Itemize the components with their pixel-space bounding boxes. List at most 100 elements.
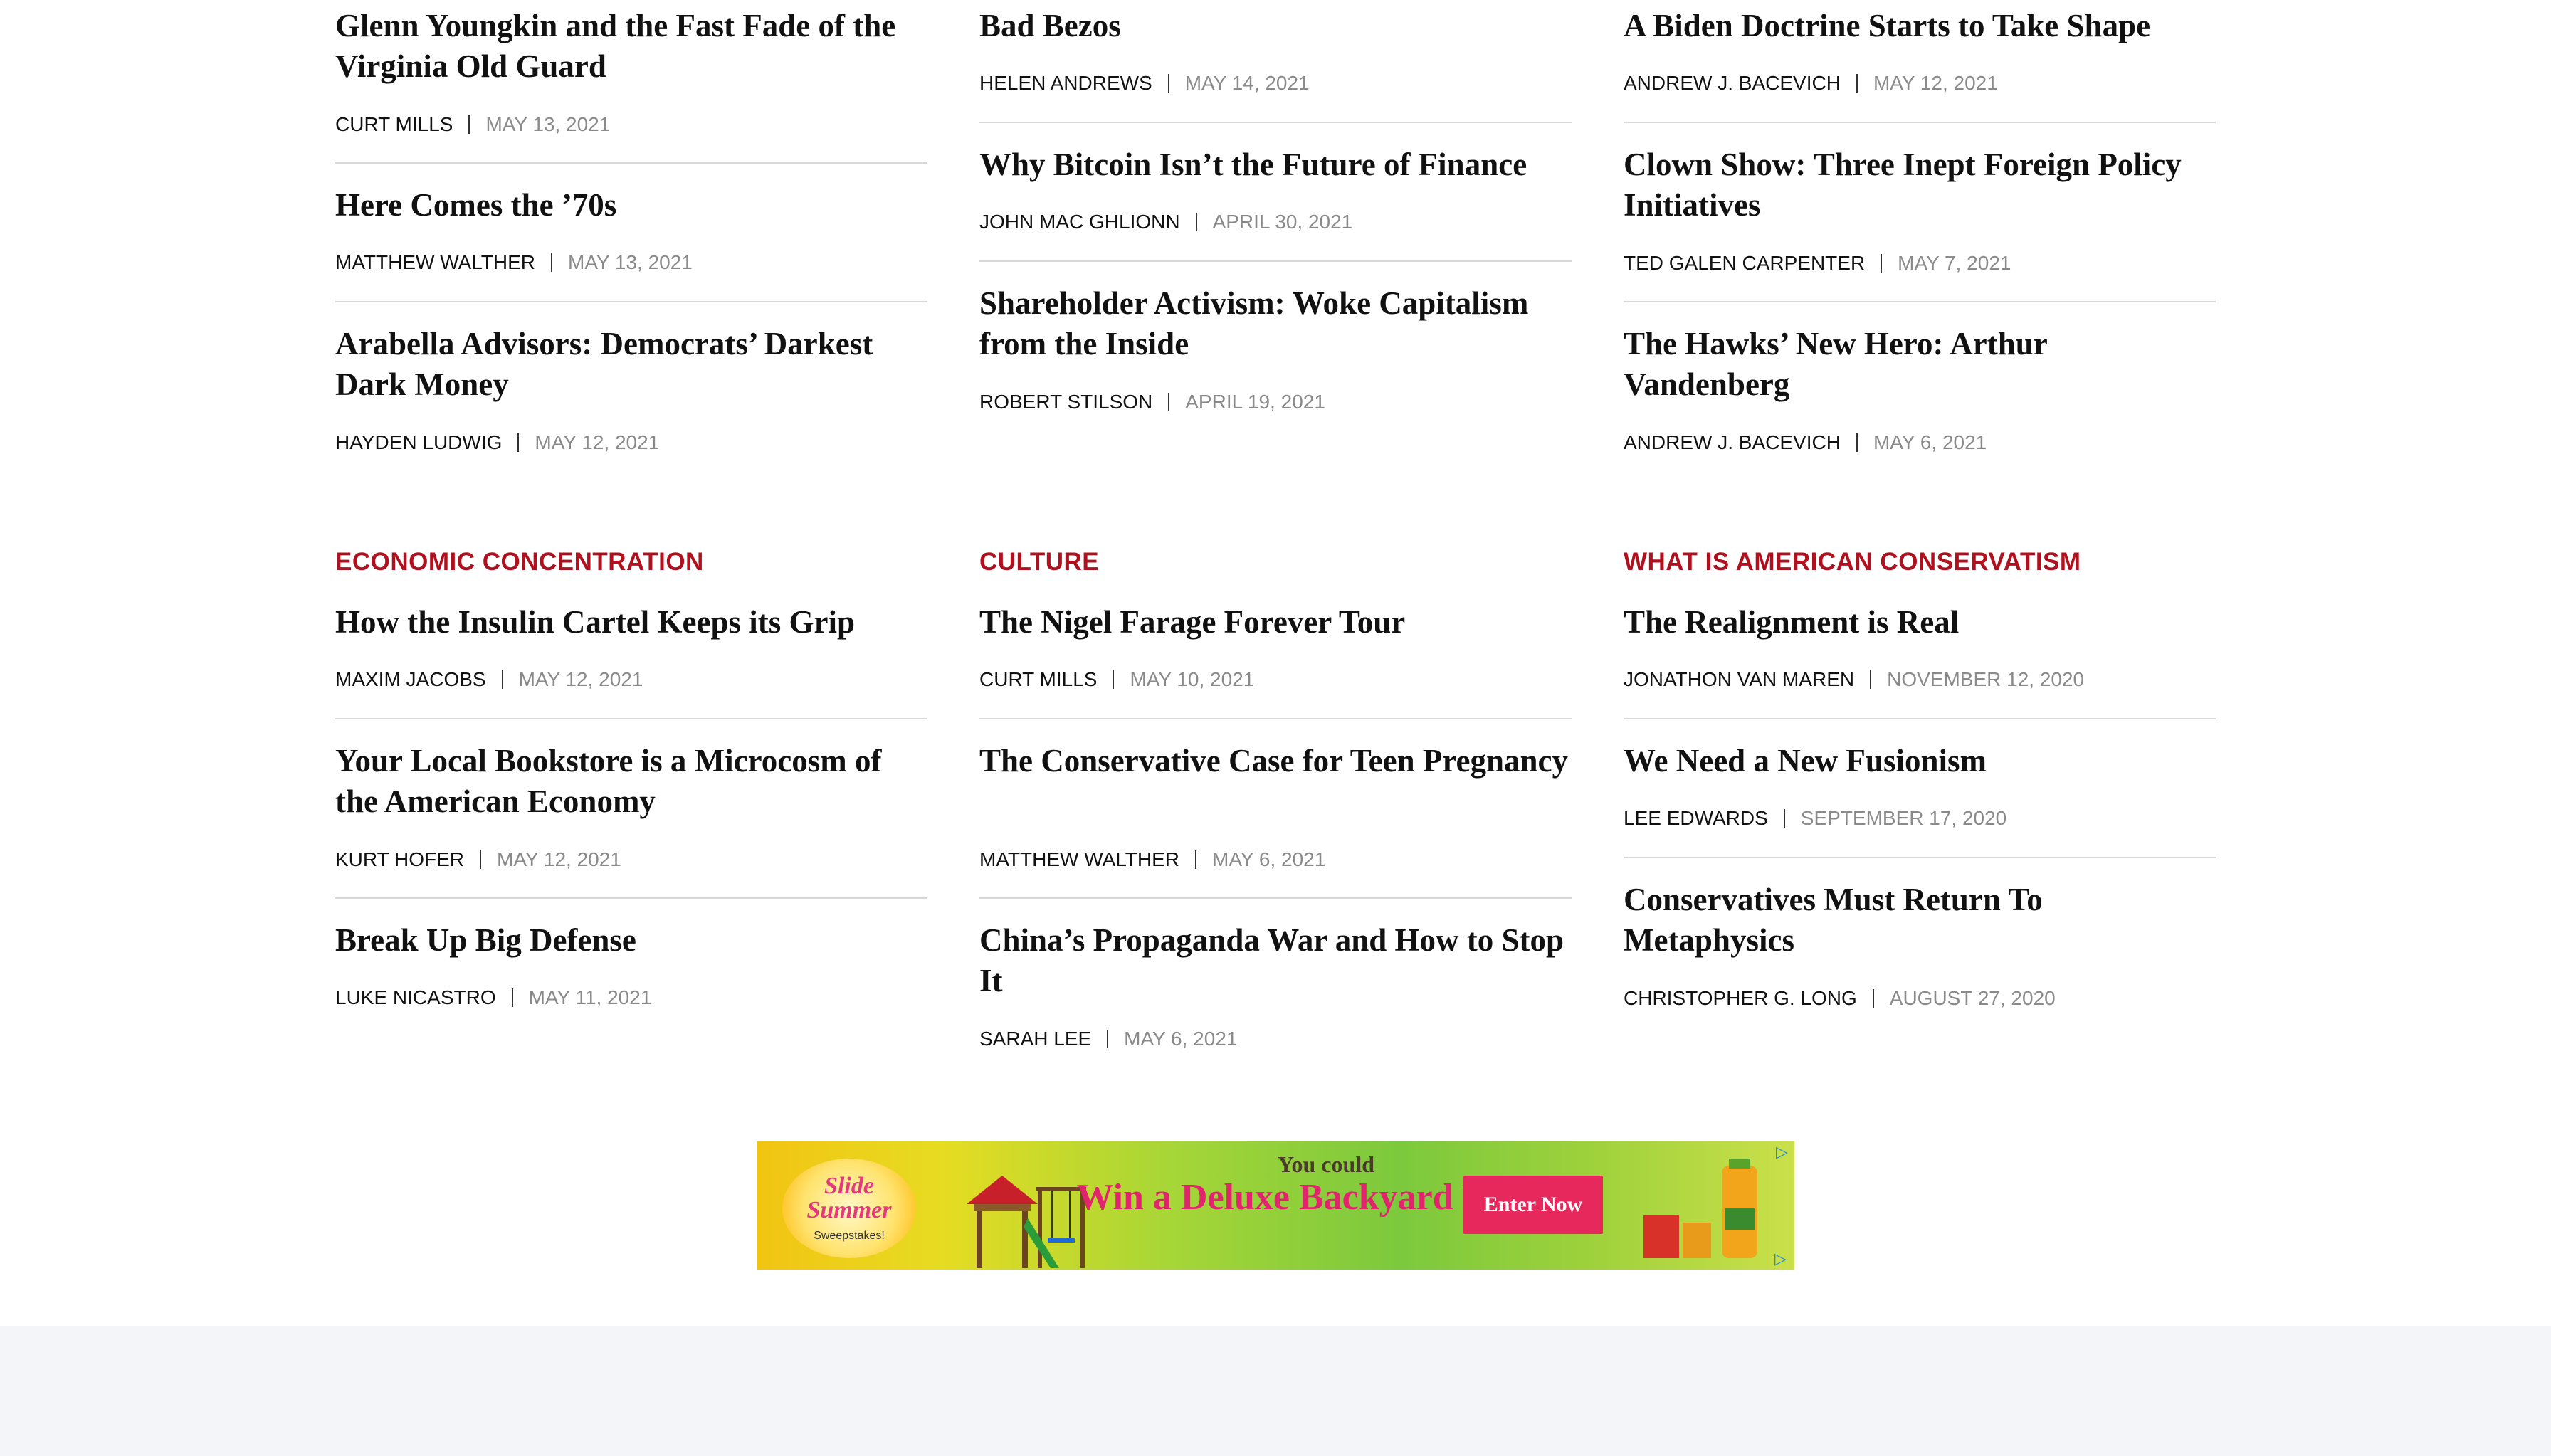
article-title[interactable]: The Hawks’ New Hero: Arthur Vandenberg — [1624, 324, 2216, 405]
article-date: MAY 13, 2021 — [568, 251, 693, 273]
article-title[interactable]: A Biden Doctrine Starts to Take Shape — [1624, 6, 2216, 46]
article-divider — [335, 301, 927, 302]
article-author[interactable]: ROBERT STILSON — [979, 391, 1152, 413]
article-author[interactable]: KURT HOFER — [335, 848, 464, 870]
article-meta: LEE EDWARDS SEPTEMBER 17, 2020 — [1624, 806, 2006, 830]
article-date: MAY 12, 2021 — [535, 431, 660, 453]
article-author[interactable]: ANDREW J. BACEVICH — [1624, 72, 1841, 94]
article-date: MAY 12, 2021 — [497, 848, 621, 870]
article-author[interactable]: HELEN ANDREWS — [979, 72, 1152, 94]
meta-divider — [1856, 433, 1858, 452]
ad-headline-small: You could — [1277, 1151, 1375, 1177]
article-meta: CURT MILLS MAY 10, 2021 — [979, 668, 1254, 692]
article-author[interactable]: JOHN MAC GHLIONN — [979, 211, 1180, 233]
article-meta: SARAH LEE MAY 6, 2021 — [979, 1027, 1237, 1051]
article-title[interactable]: Clown Show: Three Inept Foreign Policy I… — [1624, 144, 2216, 226]
meta-divider — [480, 850, 481, 869]
article-author[interactable]: MAXIM JACOBS — [335, 668, 486, 690]
article-meta: MATTHEW WALTHER MAY 13, 2021 — [335, 250, 693, 275]
article-author[interactable]: LUKE NICASTRO — [335, 986, 496, 1008]
ad-choices-icon[interactable]: ▷ — [1776, 1144, 1792, 1160]
article-meta: ANDREW J. BACEVICH MAY 6, 2021 — [1624, 431, 1987, 455]
ad-sweepstakes-badge: Slide Summer Sweepstakes! — [782, 1159, 916, 1258]
article-date: SEPTEMBER 17, 2020 — [1800, 807, 2007, 829]
article-meta: ANDREW J. BACEVICH MAY 12, 2021 — [1624, 71, 1998, 95]
article-date: MAY 12, 2021 — [518, 668, 643, 690]
meta-divider — [511, 988, 513, 1007]
article-author[interactable]: CHRISTOPHER G. LONG — [1624, 987, 1857, 1009]
meta-divider — [1881, 254, 1883, 273]
article-meta: MAXIM JACOBS MAY 12, 2021 — [335, 668, 643, 692]
ad-badge-subtitle: Sweepstakes! — [814, 1230, 885, 1242]
section-label[interactable]: WHAT IS AMERICAN CONSERVATISM — [1624, 548, 2081, 576]
ad-badge-title: Slide Summer — [806, 1173, 892, 1223]
article-author[interactable]: ANDREW J. BACEVICH — [1624, 431, 1841, 453]
meta-divider — [1195, 850, 1197, 869]
meta-divider — [1168, 393, 1170, 411]
article-title[interactable]: Glenn Youngkin and the Fast Fade of the … — [335, 6, 927, 87]
article-title[interactable]: The Nigel Farage Forever Tour — [979, 602, 1572, 643]
section-label[interactable]: CULTURE — [979, 548, 1099, 576]
article-author[interactable]: JONATHON VAN MAREN — [1624, 668, 1854, 690]
meta-divider — [1856, 74, 1858, 93]
article-author[interactable]: LEE EDWARDS — [1624, 807, 1768, 829]
advertisement-banner[interactable]: Slide Summer Sweepstakes! You could Win … — [757, 1141, 1794, 1270]
article-divider — [1624, 122, 2216, 123]
article-meta: JONATHON VAN MAREN NOVEMBER 12, 2020 — [1624, 668, 2084, 692]
article-title[interactable]: Here Comes the ’70s — [335, 185, 927, 226]
article-title[interactable]: Why Bitcoin Isn’t the Future of Finance — [979, 144, 1572, 185]
meta-divider — [551, 253, 553, 272]
article-divider — [979, 897, 1572, 899]
article-title[interactable]: China’s Propaganda War and How to Stop I… — [979, 920, 1572, 1001]
ad-enter-now-button[interactable]: Enter Now — [1463, 1176, 1603, 1234]
footer-band — [0, 1326, 2551, 1456]
article-divider — [335, 162, 927, 164]
article-title[interactable]: Break Up Big Defense — [335, 920, 927, 961]
meta-divider — [517, 433, 520, 452]
article-title[interactable]: Shareholder Activism: Woke Capitalism fr… — [979, 283, 1572, 364]
section-label[interactable]: ECONOMIC CONCENTRATION — [335, 548, 704, 576]
column-1-top: Glenn Youngkin and the Fast Fade of the … — [335, 0, 927, 484]
meta-divider — [468, 115, 470, 134]
article-divider — [335, 718, 927, 719]
article-author[interactable]: CURT MILLS — [979, 668, 1097, 690]
section-culture: CULTURE The Nigel Farage Forever Tour CU… — [979, 548, 1572, 1060]
article-title[interactable]: We Need a New Fusionism — [1624, 741, 2216, 781]
article-author[interactable]: CURT MILLS — [335, 113, 453, 135]
article-author[interactable]: TED GALEN CARPENTER — [1624, 252, 1865, 274]
article-date: AUGUST 27, 2020 — [1889, 987, 2056, 1009]
article-title[interactable]: The Realignment is Real — [1624, 602, 2216, 643]
article-title[interactable]: Bad Bezos — [979, 6, 1572, 46]
article-title[interactable]: Your Local Bookstore is a Microcosm of t… — [335, 741, 927, 822]
article-title[interactable]: Conservatives Must Return To Metaphysics — [1624, 880, 2216, 961]
article-date: APRIL 30, 2021 — [1212, 211, 1353, 233]
article-date: MAY 6, 2021 — [1212, 848, 1326, 870]
article-author[interactable]: MATTHEW WALTHER — [979, 848, 1179, 870]
article-divider — [335, 897, 927, 899]
meta-divider — [1167, 74, 1169, 93]
article-date: MAY 13, 2021 — [485, 113, 611, 135]
article-title[interactable]: How the Insulin Cartel Keeps its Grip — [335, 602, 927, 643]
article-meta: CURT MILLS MAY 13, 2021 — [335, 112, 610, 137]
article-author[interactable]: SARAH LEE — [979, 1028, 1091, 1050]
ad-info-icon[interactable]: ▷ — [1774, 1251, 1790, 1267]
article-meta: JOHN MAC GHLIONN APRIL 30, 2021 — [979, 210, 1352, 234]
article-author[interactable]: MATTHEW WALTHER — [335, 251, 535, 273]
article-title[interactable]: Arabella Advisors: Democrats’ Darkest Da… — [335, 324, 927, 405]
section-economic-concentration: ECONOMIC CONCENTRATION How the Insulin C… — [335, 548, 927, 1060]
article-meta: CHRISTOPHER G. LONG AUGUST 27, 2020 — [1624, 986, 2056, 1011]
article-author[interactable]: HAYDEN LUDWIG — [335, 431, 502, 453]
article-date: NOVEMBER 12, 2020 — [1887, 668, 2085, 690]
article-divider — [979, 718, 1572, 719]
meta-divider — [1195, 213, 1197, 231]
section-american-conservatism: WHAT IS AMERICAN CONSERVATISM The Realig… — [1624, 548, 2216, 1060]
article-meta: ROBERT STILSON APRIL 19, 2021 — [979, 390, 1325, 414]
article-title[interactable]: The Conservative Case for Teen Pregnancy — [979, 741, 1572, 781]
article-meta: TED GALEN CARPENTER MAY 7, 2021 — [1624, 251, 2011, 275]
column-2-top: Bad Bezos HELEN ANDREWS MAY 14, 2021 Why … — [979, 0, 1572, 484]
article-meta: HELEN ANDREWS MAY 14, 2021 — [979, 71, 1310, 95]
juice-bottle-icon — [1643, 1159, 1757, 1258]
article-date: APRIL 19, 2021 — [1185, 391, 1325, 413]
column-3-top: A Biden Doctrine Starts to Take Shape AN… — [1624, 0, 2216, 484]
meta-divider — [1870, 670, 1872, 689]
